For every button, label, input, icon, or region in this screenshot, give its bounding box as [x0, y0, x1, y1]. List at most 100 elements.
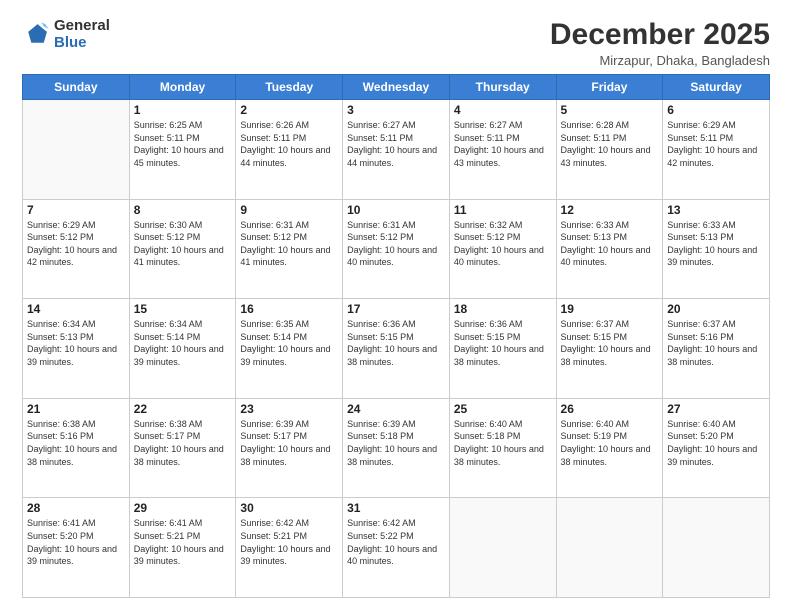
day-info: Sunrise: 6:42 AMSunset: 5:21 PMDaylight:…: [240, 517, 338, 567]
day-number: 7: [27, 203, 125, 217]
calendar-cell: [663, 498, 770, 598]
calendar-header-monday: Monday: [129, 75, 236, 100]
calendar-cell: 22 Sunrise: 6:38 AMSunset: 5:17 PMDayligh…: [129, 398, 236, 498]
day-info: Sunrise: 6:38 AMSunset: 5:17 PMDaylight:…: [134, 418, 232, 468]
day-info: Sunrise: 6:33 AMSunset: 5:13 PMDaylight:…: [667, 219, 765, 269]
calendar-cell: 6 Sunrise: 6:29 AMSunset: 5:11 PMDaylight…: [663, 100, 770, 200]
day-number: 2: [240, 103, 338, 117]
day-number: 15: [134, 302, 232, 316]
day-info: Sunrise: 6:25 AMSunset: 5:11 PMDaylight:…: [134, 119, 232, 169]
calendar-cell: 15 Sunrise: 6:34 AMSunset: 5:14 PMDayligh…: [129, 299, 236, 399]
day-info: Sunrise: 6:37 AMSunset: 5:15 PMDaylight:…: [561, 318, 659, 368]
day-number: 28: [27, 501, 125, 515]
calendar-cell: [449, 498, 556, 598]
calendar-table: SundayMondayTuesdayWednesdayThursdayFrid…: [22, 74, 770, 598]
calendar-cell: 25Sunrise: 6:40 AMSunset: 5:18 PMDayligh…: [449, 398, 556, 498]
day-number: 22: [134, 402, 232, 416]
calendar-week-row: 1 Sunrise: 6:25 AMSunset: 5:11 PMDaylight…: [23, 100, 770, 200]
day-info: Sunrise: 6:35 AMSunset: 5:14 PMDaylight:…: [240, 318, 338, 368]
calendar-cell: 5 Sunrise: 6:28 AMSunset: 5:11 PMDaylight…: [556, 100, 663, 200]
day-info: Sunrise: 6:34 AMSunset: 5:14 PMDaylight:…: [134, 318, 232, 368]
calendar-cell: 17 Sunrise: 6:36 AMSunset: 5:15 PMDayligh…: [343, 299, 450, 399]
calendar-page: General Blue December 2025 Mirzapur, Dha…: [0, 0, 792, 612]
day-number: 12: [561, 203, 659, 217]
day-number: 6: [667, 103, 765, 117]
calendar-cell: 16 Sunrise: 6:35 AMSunset: 5:14 PMDayligh…: [236, 299, 343, 399]
calendar-cell: 9Sunrise: 6:31 AMSunset: 5:12 PMDaylight…: [236, 199, 343, 299]
calendar-cell: 24 Sunrise: 6:39 AMSunset: 5:18 PMDayligh…: [343, 398, 450, 498]
day-number: 24: [347, 402, 445, 416]
calendar-cell: 23 Sunrise: 6:39 AMSunset: 5:17 PMDayligh…: [236, 398, 343, 498]
day-info: Sunrise: 6:42 AMSunset: 5:22 PMDaylight:…: [347, 517, 445, 567]
day-number: 13: [667, 203, 765, 217]
day-number: 25: [454, 402, 552, 416]
day-info: Sunrise: 6:29 AMSunset: 5:11 PMDaylight:…: [667, 119, 765, 169]
calendar-cell: 12 Sunrise: 6:33 AMSunset: 5:13 PMDayligh…: [556, 199, 663, 299]
calendar-cell: 13 Sunrise: 6:33 AMSunset: 5:13 PMDayligh…: [663, 199, 770, 299]
day-number: 16: [240, 302, 338, 316]
calendar-cell: 30 Sunrise: 6:42 AMSunset: 5:21 PMDayligh…: [236, 498, 343, 598]
logo-icon: [22, 21, 50, 49]
calendar-cell: 18 Sunrise: 6:36 AMSunset: 5:15 PMDayligh…: [449, 299, 556, 399]
day-info: Sunrise: 6:39 AMSunset: 5:18 PMDaylight:…: [347, 418, 445, 468]
day-number: 5: [561, 103, 659, 117]
calendar-cell: 31 Sunrise: 6:42 AMSunset: 5:22 PMDayligh…: [343, 498, 450, 598]
calendar-cell: 7 Sunrise: 6:29 AMSunset: 5:12 PMDaylight…: [23, 199, 130, 299]
day-info: Sunrise: 6:27 AMSunset: 5:11 PMDaylight:…: [347, 119, 445, 169]
calendar-header-thursday: Thursday: [449, 75, 556, 100]
day-number: 1: [134, 103, 232, 117]
day-number: 14: [27, 302, 125, 316]
calendar-week-row: 28 Sunrise: 6:41 AMSunset: 5:20 PMDayligh…: [23, 498, 770, 598]
calendar-cell: 19Sunrise: 6:37 AMSunset: 5:15 PMDayligh…: [556, 299, 663, 399]
day-number: 23: [240, 402, 338, 416]
calendar-cell: 29 Sunrise: 6:41 AMSunset: 5:21 PMDayligh…: [129, 498, 236, 598]
calendar-cell: 27Sunrise: 6:40 AMSunset: 5:20 PMDayligh…: [663, 398, 770, 498]
day-info: Sunrise: 6:33 AMSunset: 5:13 PMDaylight:…: [561, 219, 659, 269]
calendar-cell: [23, 100, 130, 200]
day-info: Sunrise: 6:41 AMSunset: 5:20 PMDaylight:…: [27, 517, 125, 567]
day-number: 3: [347, 103, 445, 117]
month-title: December 2025: [550, 18, 770, 51]
day-info: Sunrise: 6:37 AMSunset: 5:16 PMDaylight:…: [667, 318, 765, 368]
calendar-week-row: 14 Sunrise: 6:34 AMSunset: 5:13 PMDayligh…: [23, 299, 770, 399]
day-number: 10: [347, 203, 445, 217]
calendar-week-row: 7 Sunrise: 6:29 AMSunset: 5:12 PMDaylight…: [23, 199, 770, 299]
calendar-cell: 26 Sunrise: 6:40 AMSunset: 5:19 PMDayligh…: [556, 398, 663, 498]
calendar-cell: 3 Sunrise: 6:27 AMSunset: 5:11 PMDaylight…: [343, 100, 450, 200]
day-number: 30: [240, 501, 338, 515]
day-number: 26: [561, 402, 659, 416]
day-info: Sunrise: 6:38 AMSunset: 5:16 PMDaylight:…: [27, 418, 125, 468]
day-info: Sunrise: 6:40 AMSunset: 5:19 PMDaylight:…: [561, 418, 659, 468]
day-number: 29: [134, 501, 232, 515]
calendar-header-sunday: Sunday: [23, 75, 130, 100]
day-info: Sunrise: 6:41 AMSunset: 5:21 PMDaylight:…: [134, 517, 232, 567]
day-info: Sunrise: 6:40 AMSunset: 5:20 PMDaylight:…: [667, 418, 765, 468]
day-info: Sunrise: 6:39 AMSunset: 5:17 PMDaylight:…: [240, 418, 338, 468]
location: Mirzapur, Dhaka, Bangladesh: [550, 53, 770, 68]
calendar-header-wednesday: Wednesday: [343, 75, 450, 100]
day-info: Sunrise: 6:28 AMSunset: 5:11 PMDaylight:…: [561, 119, 659, 169]
day-info: Sunrise: 6:30 AMSunset: 5:12 PMDaylight:…: [134, 219, 232, 269]
day-info: Sunrise: 6:31 AMSunset: 5:12 PMDaylight:…: [347, 219, 445, 269]
day-info: Sunrise: 6:36 AMSunset: 5:15 PMDaylight:…: [454, 318, 552, 368]
logo: General Blue: [22, 18, 110, 51]
title-block: December 2025 Mirzapur, Dhaka, Banglades…: [550, 18, 770, 68]
calendar-header-row: SundayMondayTuesdayWednesdayThursdayFrid…: [23, 75, 770, 100]
day-info: Sunrise: 6:29 AMSunset: 5:12 PMDaylight:…: [27, 219, 125, 269]
logo-text: General Blue: [54, 18, 110, 51]
calendar-cell: 2Sunrise: 6:26 AMSunset: 5:11 PMDaylight…: [236, 100, 343, 200]
day-info: Sunrise: 6:36 AMSunset: 5:15 PMDaylight:…: [347, 318, 445, 368]
day-number: 18: [454, 302, 552, 316]
day-number: 11: [454, 203, 552, 217]
day-number: 9: [240, 203, 338, 217]
calendar-cell: 11Sunrise: 6:32 AMSunset: 5:12 PMDayligh…: [449, 199, 556, 299]
day-number: 17: [347, 302, 445, 316]
day-info: Sunrise: 6:34 AMSunset: 5:13 PMDaylight:…: [27, 318, 125, 368]
calendar-cell: 10 Sunrise: 6:31 AMSunset: 5:12 PMDayligh…: [343, 199, 450, 299]
calendar-cell: [556, 498, 663, 598]
day-number: 31: [347, 501, 445, 515]
calendar-cell: 8Sunrise: 6:30 AMSunset: 5:12 PMDaylight…: [129, 199, 236, 299]
calendar-cell: 4Sunrise: 6:27 AMSunset: 5:11 PMDaylight…: [449, 100, 556, 200]
calendar-header-saturday: Saturday: [663, 75, 770, 100]
day-number: 20: [667, 302, 765, 316]
